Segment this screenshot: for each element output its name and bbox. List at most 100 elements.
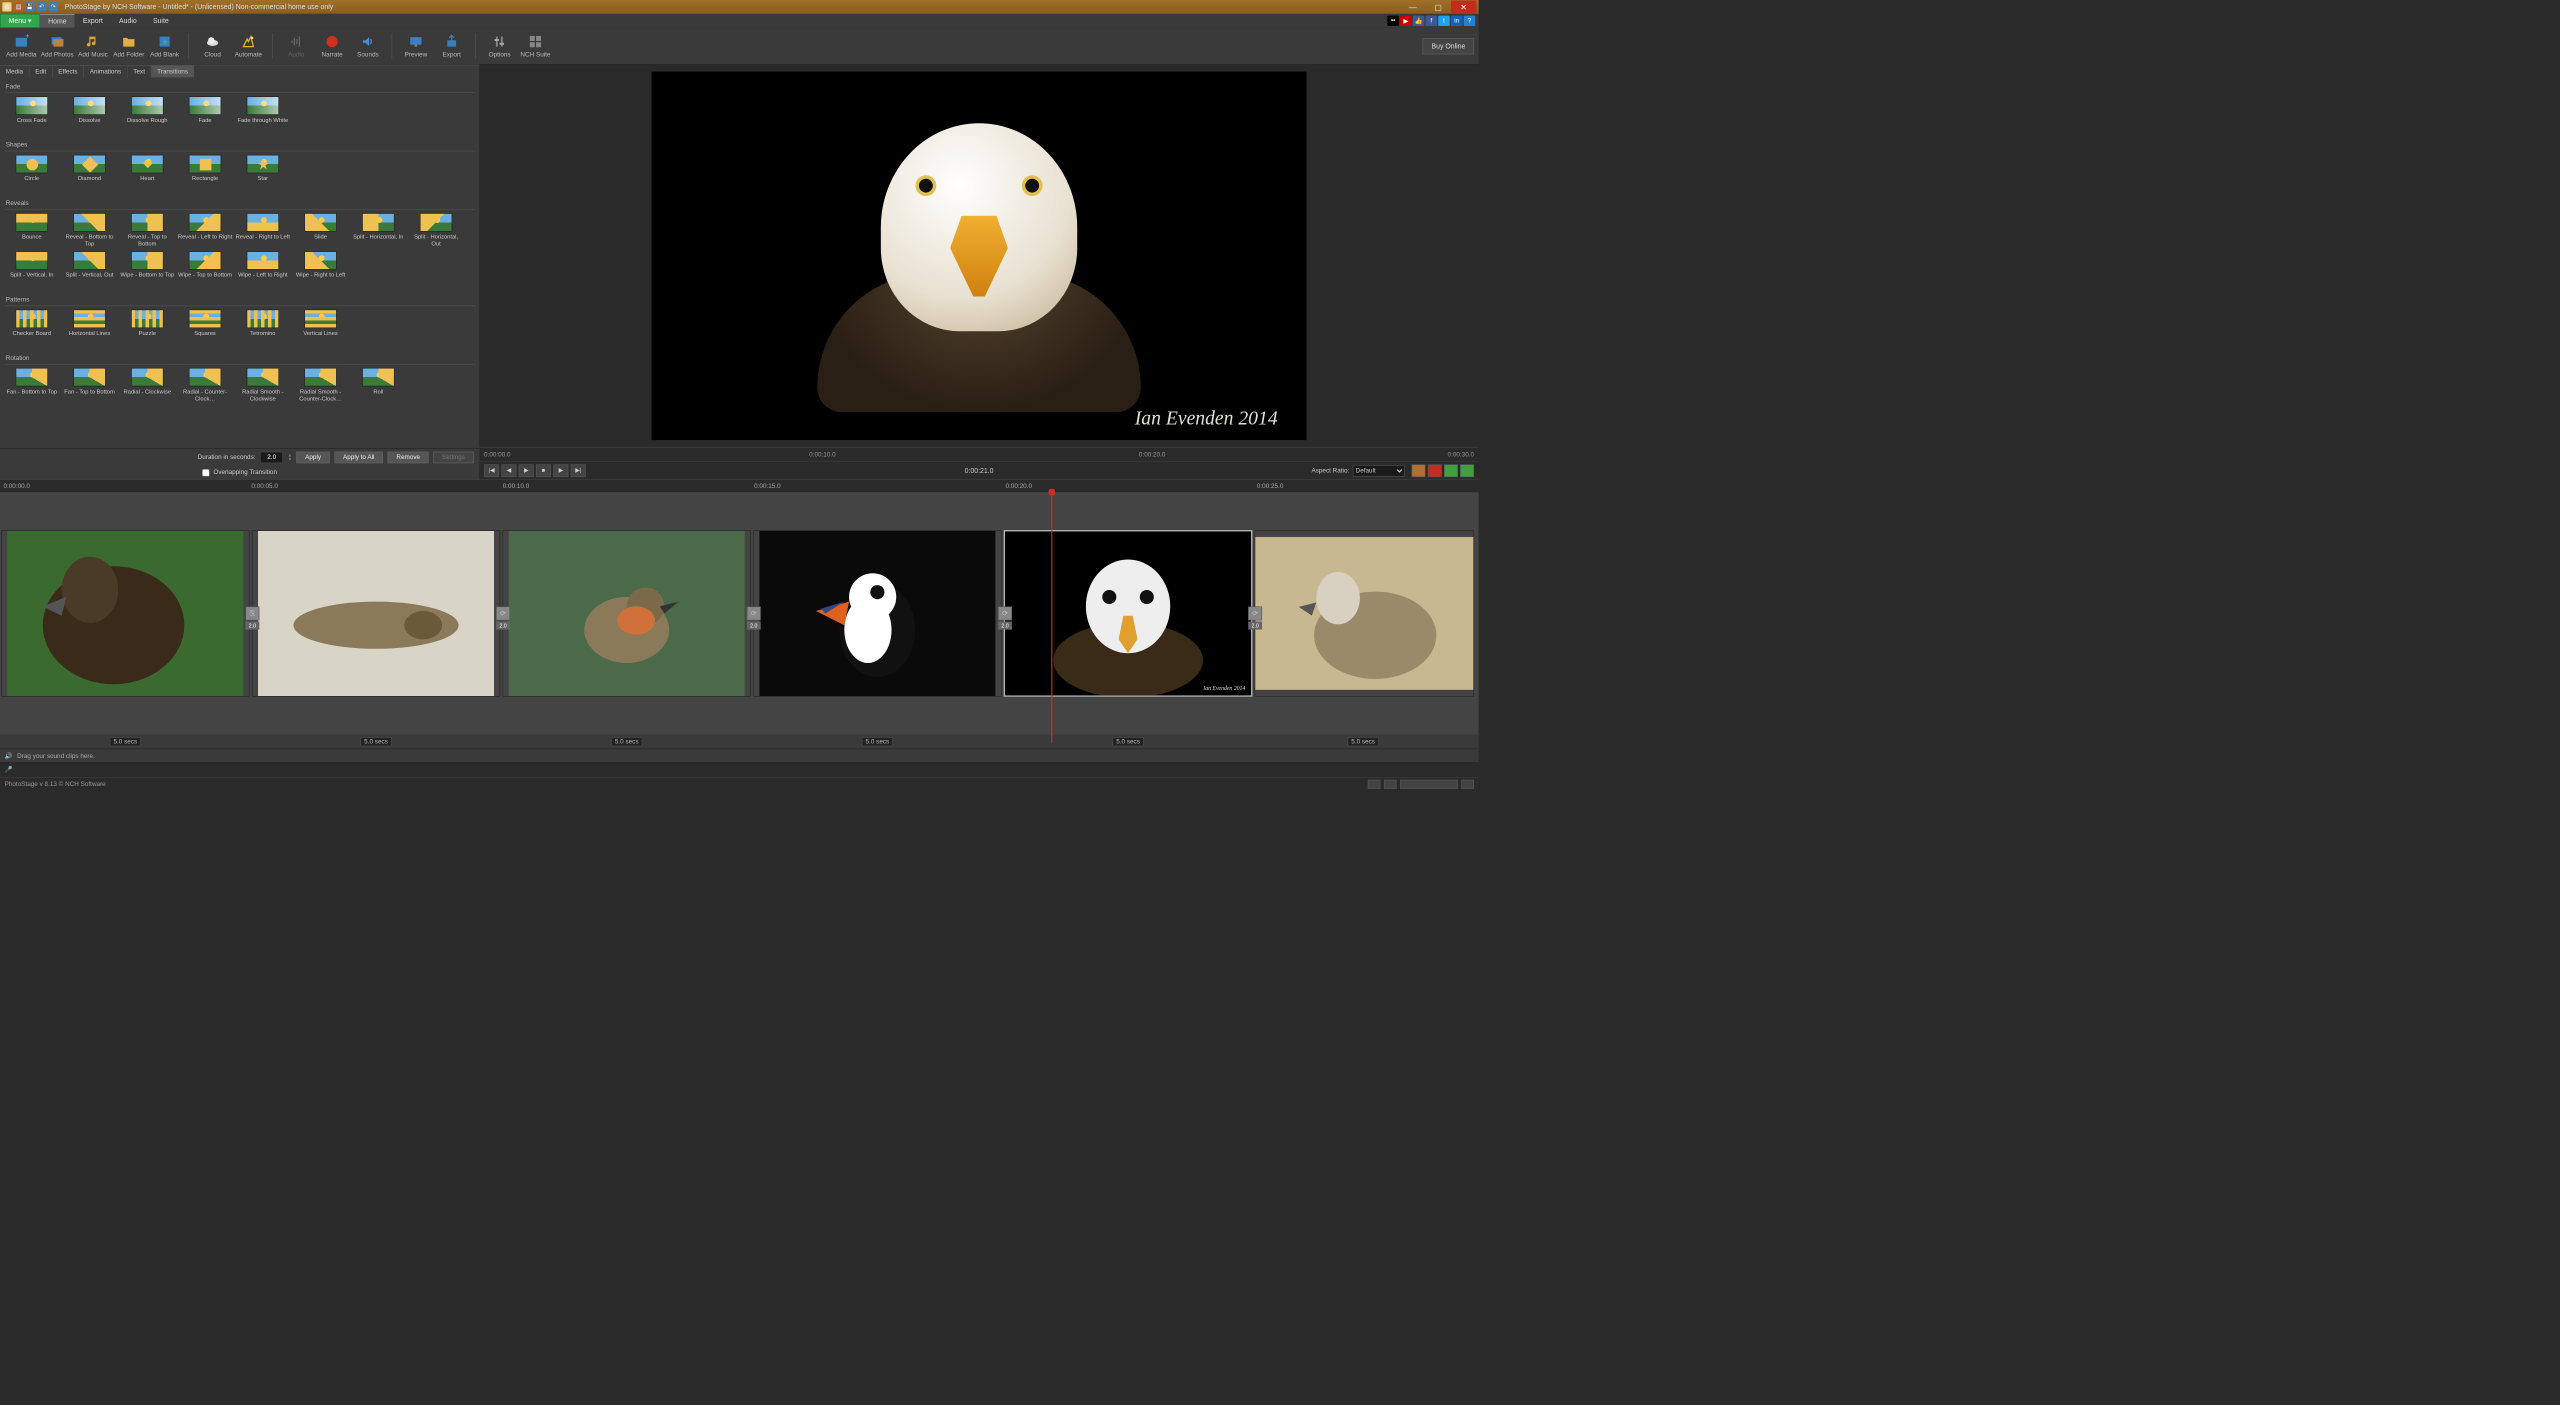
add-photos-button[interactable]: Add Photos (40, 31, 74, 60)
qa-icon[interactable]: ▤ (14, 2, 23, 11)
twitter-icon[interactable]: t (1438, 16, 1450, 26)
transition-thumb[interactable]: Radial - Counter-Clock… (178, 368, 232, 403)
transition-thumb[interactable]: Split - Horizontal, Out (409, 213, 463, 248)
duration-input[interactable] (260, 451, 283, 463)
aspect-select[interactable]: Default (1353, 465, 1405, 477)
transition-thumb[interactable]: Heart (120, 155, 174, 190)
transition-thumb[interactable]: Star (236, 155, 290, 190)
clip-3[interactable]: ⟳ 2.0 (503, 530, 751, 696)
stop-icon[interactable]: ■ (536, 464, 551, 477)
transition-thumb[interactable]: Split - Vertical, Out (62, 251, 116, 286)
flickr-icon[interactable]: •• (1387, 16, 1399, 26)
add-music-button[interactable]: Add Music (76, 31, 110, 60)
audio-track[interactable]: 🔊 Drag your sound clips here. (0, 749, 1479, 763)
menu-audio[interactable]: Audio (111, 14, 145, 28)
zoom-in-icon[interactable] (1461, 779, 1474, 788)
end-btn-2[interactable] (1428, 464, 1442, 477)
automate-button[interactable]: Automate (232, 31, 266, 60)
transition-thumb[interactable]: Rectangle (178, 155, 232, 190)
tab-media[interactable]: Media (0, 65, 29, 77)
transition-thumb[interactable]: Reveal - Right to Left (236, 213, 290, 248)
save-icon[interactable]: 💾 (25, 2, 34, 11)
transition-thumb[interactable]: Roll (351, 368, 405, 403)
preview-button[interactable]: Preview (399, 31, 433, 60)
narrate-button[interactable]: Narrate (315, 31, 349, 60)
play-icon[interactable]: ▶ (519, 464, 534, 477)
transition-icon[interactable]: ⟳ (1248, 606, 1262, 620)
tab-animations[interactable]: Animations (84, 65, 128, 77)
transition-thumb[interactable]: Horizontal Lines (62, 310, 116, 345)
transition-thumb[interactable]: Radial - Clockwise (120, 368, 174, 403)
end-btn-3[interactable] (1444, 464, 1458, 477)
overlapping-checkbox[interactable] (202, 469, 210, 477)
thumbsup-icon[interactable]: 👍 (1413, 16, 1425, 26)
help-icon[interactable]: ? (1464, 16, 1476, 26)
narration-track[interactable]: 🎤 (0, 762, 1479, 776)
clip-track[interactable]: ⎘ 2.0 ⟳ 2.0 ⟳ 2.0 ⟳ 2.0 Ian Evenden 2014 (0, 492, 1479, 735)
menu-main[interactable]: Menu ▾ (0, 14, 40, 28)
zoom-out-icon[interactable] (1384, 779, 1397, 788)
clip-1[interactable] (1, 530, 249, 696)
transition-thumb[interactable]: Vertical Lines (293, 310, 347, 345)
transition-thumb[interactable]: Bounce (5, 213, 59, 248)
transition-thumb[interactable]: Diamond (62, 155, 116, 190)
tab-transitions[interactable]: Transitions (151, 65, 194, 77)
transition-thumb[interactable]: Fade (178, 96, 232, 131)
end-btn-4[interactable] (1460, 464, 1474, 477)
skip-start-icon[interactable]: |◀ (484, 464, 499, 477)
buy-online-button[interactable]: Buy Online (1423, 38, 1474, 54)
playhead[interactable] (1051, 492, 1052, 743)
cloud-button[interactable]: Cloud (196, 31, 230, 60)
menu-home[interactable]: Home (40, 14, 75, 28)
linkedin-icon[interactable]: in (1451, 16, 1463, 26)
transition-thumb[interactable]: Fade through White (236, 96, 290, 131)
apply-all-button[interactable]: Apply to All (334, 451, 383, 463)
transition-icon[interactable]: ⟳ (998, 606, 1012, 620)
transition-thumb[interactable]: Puzzle (120, 310, 174, 345)
export-button[interactable]: Export (435, 31, 469, 60)
menu-export[interactable]: Export (75, 14, 111, 28)
transition-thumb[interactable]: Split - Vertical, In (5, 251, 59, 286)
transition-thumb[interactable]: Radial Smooth - Clockwise (236, 368, 290, 403)
transition-thumb[interactable]: Radial Smooth - Counter-Clock… (293, 368, 347, 403)
transition-thumb[interactable]: Wipe - Right to Left (293, 251, 347, 286)
remove-button[interactable]: Remove (388, 451, 429, 463)
transition-icon[interactable]: ⟳ (747, 606, 761, 620)
transition-thumb[interactable]: Reveal - Bottom to Top (62, 213, 116, 248)
settings-button[interactable]: Settings (433, 451, 473, 463)
timeline[interactable]: ⎘ 2.0 ⟳ 2.0 ⟳ 2.0 ⟳ 2.0 Ian Evenden 2014 (0, 492, 1479, 777)
clip-2[interactable]: ⎘ 2.0 (252, 530, 500, 696)
redo-icon[interactable]: ↷ (49, 2, 58, 11)
transition-thumb[interactable]: Dissolve Rough (120, 96, 174, 131)
zoom-slider[interactable] (1400, 779, 1458, 788)
transition-icon[interactable]: ⟳ (496, 606, 510, 620)
tab-edit[interactable]: Edit (29, 65, 52, 77)
transition-thumb[interactable]: Cross Fade (5, 96, 59, 131)
transition-icon[interactable]: ⎘ (245, 606, 259, 620)
tab-text[interactable]: Text (128, 65, 152, 77)
clip-4[interactable]: ⟳ 2.0 (753, 530, 1001, 696)
sounds-button[interactable]: Sounds (351, 31, 385, 60)
transition-thumb[interactable]: Wipe - Bottom to Top (120, 251, 174, 286)
transition-thumb[interactable]: Fan - Top to Bottom (62, 368, 116, 403)
clip-5[interactable]: ⟳ 2.0 Ian Evenden 2014 (1004, 530, 1252, 696)
tab-effects[interactable]: Effects (53, 65, 84, 77)
transition-thumb[interactable]: Wipe - Top to Bottom (178, 251, 232, 286)
add-media-button[interactable]: +Add Media (5, 31, 39, 60)
youtube-icon[interactable]: ▶ (1400, 16, 1412, 26)
clip-6[interactable]: ⟳ 2.0 (1255, 530, 1474, 696)
transition-thumb[interactable]: Squares (178, 310, 232, 345)
preview-ruler[interactable]: 0:00:00.0 0:00:10.0 0:00:20.0 0:00:30.0 (479, 447, 1478, 461)
transition-thumb[interactable]: Tetromino (236, 310, 290, 345)
next-frame-icon[interactable]: ▶ (553, 464, 568, 477)
transition-thumb[interactable]: Wipe - Left to Right (236, 251, 290, 286)
transition-thumb[interactable]: Split - Horizontal, In (351, 213, 405, 248)
facebook-icon[interactable]: f (1426, 16, 1438, 26)
nch-suite-button[interactable]: NCH Suite (519, 31, 553, 60)
transitions-browser[interactable]: Fade Cross FadeDissolveDissolve RoughFad… (0, 77, 479, 448)
status-btn-1[interactable] (1368, 779, 1381, 788)
options-button[interactable]: Options (483, 31, 517, 60)
menu-suite[interactable]: Suite (145, 14, 177, 28)
transition-thumb[interactable]: Reveal - Top to Bottom (120, 213, 174, 248)
timeline-ruler[interactable]: 0:00:00.0 0:00:05.0 0:00:10.0 0:00:15.0 … (0, 479, 1479, 492)
